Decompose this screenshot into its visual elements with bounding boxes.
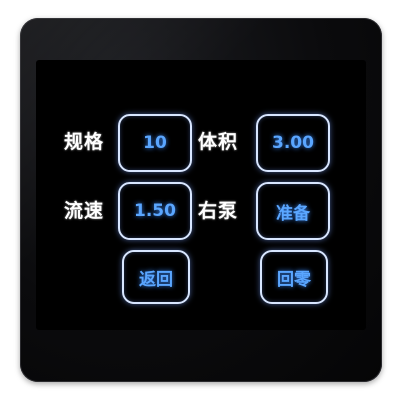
back-button[interactable]: 返回 xyxy=(122,250,190,304)
spec-label: 规格 xyxy=(64,131,105,153)
spec-value-button[interactable]: 10 xyxy=(118,114,192,172)
touch-panel-device: 规格 10 体积 3.00 流速 1.50 右泵 准备 返回 回零 xyxy=(20,18,382,382)
volume-value-button[interactable]: 3.00 xyxy=(256,114,330,172)
lcd-screen: 规格 10 体积 3.00 流速 1.50 右泵 准备 返回 回零 xyxy=(36,60,366,330)
zero-button[interactable]: 回零 xyxy=(260,250,328,304)
flow-rate-value-button[interactable]: 1.50 xyxy=(118,182,192,240)
flow-rate-label: 流速 xyxy=(64,200,105,222)
right-pump-ready-button[interactable]: 准备 xyxy=(256,182,330,240)
right-pump-label: 右泵 xyxy=(198,200,239,222)
volume-label: 体积 xyxy=(198,131,239,153)
